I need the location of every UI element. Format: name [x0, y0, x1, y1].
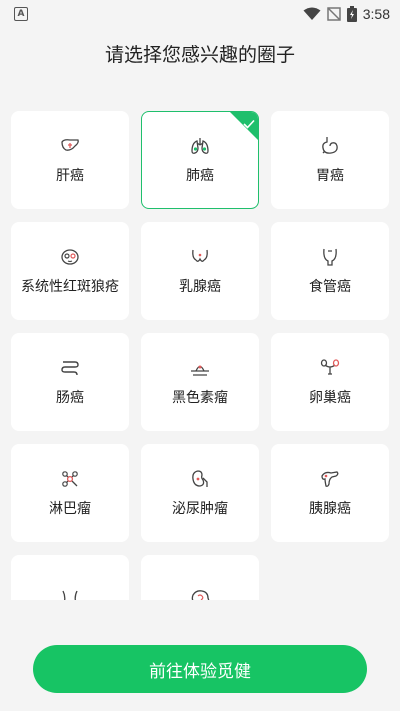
- circle-card[interactable]: 食管癌: [271, 222, 389, 320]
- brain-head-icon: [189, 589, 211, 600]
- circle-card[interactable]: 肠癌: [11, 333, 129, 431]
- circle-card[interactable]: 肝癌: [11, 111, 129, 209]
- wifi-icon: [303, 7, 321, 21]
- circle-card[interactable]: [141, 555, 259, 600]
- battery-charging-icon: [346, 6, 357, 22]
- circle-card-label: 系统性红斑狼疮: [21, 279, 119, 295]
- circle-card-label: 胃癌: [316, 168, 344, 184]
- kidney-icon: [189, 468, 211, 490]
- circle-card-label: 淋巴瘤: [49, 501, 91, 517]
- status-time: 3:58: [362, 6, 390, 22]
- circle-grid-scroll[interactable]: 肝癌 肺癌 胃癌系统性红斑狼疮 乳腺癌 食管癌肠癌 黑色素瘤 卵巢癌淋巴瘤 泌尿肿瘤 胰腺癌: [0, 100, 400, 600]
- wolf-face-icon: [59, 246, 81, 268]
- circle-card[interactable]: 胃癌: [271, 111, 389, 209]
- pancreas-icon: [319, 468, 341, 490]
- circle-card-label: 泌尿肿瘤: [172, 501, 228, 517]
- signal-off-icon: [327, 7, 341, 21]
- circle-card-label: 肠癌: [56, 390, 84, 406]
- circle-card[interactable]: 乳腺癌: [141, 222, 259, 320]
- circle-grid: 肝癌 肺癌 胃癌系统性红斑狼疮 乳腺癌 食管癌肠癌 黑色素瘤 卵巢癌淋巴瘤 泌尿肿瘤 胰腺癌: [11, 111, 389, 600]
- app-notification-icon: A: [14, 7, 28, 21]
- circle-card[interactable]: [11, 555, 129, 600]
- status-bar: A 3:58: [0, 0, 400, 28]
- circle-card-label: 肝癌: [56, 168, 84, 184]
- circle-card-label: 乳腺癌: [179, 279, 221, 295]
- page-title: 请选择您感兴趣的圈子: [104, 44, 295, 66]
- circle-card-label: 肺癌: [186, 168, 214, 184]
- circle-card-label: 食管癌: [309, 279, 351, 295]
- lymph-node-icon: [59, 468, 81, 490]
- circle-card[interactable]: 肺癌: [141, 111, 259, 209]
- skin-mole-icon: [189, 357, 211, 379]
- ovary-icon: [319, 357, 341, 379]
- liver-icon: [59, 135, 81, 157]
- esophagus-icon: [319, 246, 341, 268]
- go-experience-button[interactable]: 前往体验觅健: [33, 645, 367, 693]
- circle-card-label: 卵巢癌: [309, 390, 351, 406]
- checkmark-icon: [243, 114, 255, 129]
- circle-card[interactable]: 淋巴瘤: [11, 444, 129, 542]
- intestine-icon: [59, 357, 81, 379]
- circle-card[interactable]: 黑色素瘤: [141, 333, 259, 431]
- breast-icon: [189, 246, 211, 268]
- stomach-icon: [319, 135, 341, 157]
- lungs-icon: [189, 135, 211, 157]
- circle-card[interactable]: 泌尿肿瘤: [141, 444, 259, 542]
- circle-card[interactable]: 系统性红斑狼疮: [11, 222, 129, 320]
- circle-card-label: 黑色素瘤: [172, 390, 228, 406]
- circle-card[interactable]: 卵巢癌: [271, 333, 389, 431]
- circle-card-label: 胰腺癌: [309, 501, 351, 517]
- circle-card[interactable]: 胰腺癌: [271, 444, 389, 542]
- pelvis-icon: [59, 589, 81, 600]
